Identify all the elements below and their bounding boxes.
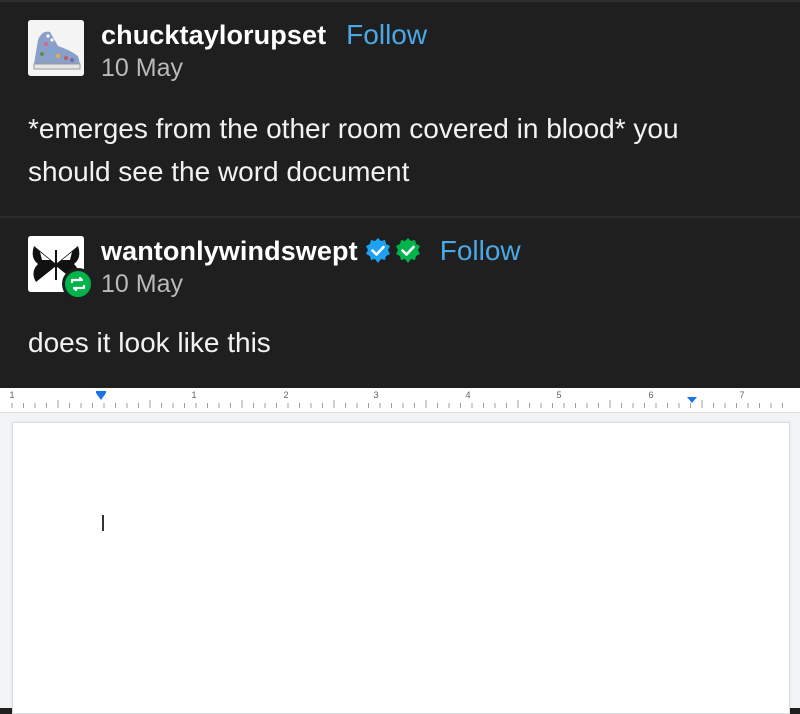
blue-checkmark-icon [364,237,392,265]
follow-button[interactable]: Follow [440,235,521,267]
username[interactable]: chucktaylorupset [101,20,326,51]
document-screenshot: 1 1 2 3 4 5 6 7 [0,388,800,714]
left-indent-marker[interactable] [96,393,106,400]
post-body: *emerges from the other room covered in … [28,113,679,187]
reblog-icon [62,268,94,300]
ruler-number: 1 [191,390,196,400]
top-border [0,0,800,2]
avatar[interactable] [28,236,94,300]
username[interactable]: wantonlywindswept [101,236,358,267]
post-meta: chucktaylorupset Follow 10 May [101,19,427,83]
post-date[interactable]: 10 May [101,270,521,299]
ruler-number: 1 [9,390,14,400]
post-meta: wantonlywindswept Follow 10 May [101,235,521,299]
ruler-number: 2 [283,390,288,400]
ruler-number: 5 [556,390,561,400]
post-body: does it look like this [28,327,271,358]
ruler-number: 7 [739,390,744,400]
right-indent-marker[interactable] [687,397,697,403]
avatar[interactable] [28,20,84,76]
post-header-2: wantonlywindswept Follow 10 May [28,235,521,300]
ruler-number: 6 [648,390,653,400]
sneaker-avatar-icon [28,20,84,76]
post-header-1: chucktaylorupset Follow 10 May [28,19,427,83]
post-date[interactable]: 10 May [101,54,427,83]
green-checkmark-icon [394,237,422,265]
ruler-number: 3 [373,390,378,400]
first-line-indent-marker[interactable] [96,391,106,393]
follow-button[interactable]: Follow [346,19,427,51]
text-cursor [102,515,104,531]
ruler: 1 1 2 3 4 5 6 7 [0,388,800,413]
post-divider [0,216,800,218]
document-page[interactable] [12,422,790,714]
tumblr-feed: chucktaylorupset Follow 10 May *emerges … [0,0,800,388]
ruler-number: 4 [465,390,470,400]
